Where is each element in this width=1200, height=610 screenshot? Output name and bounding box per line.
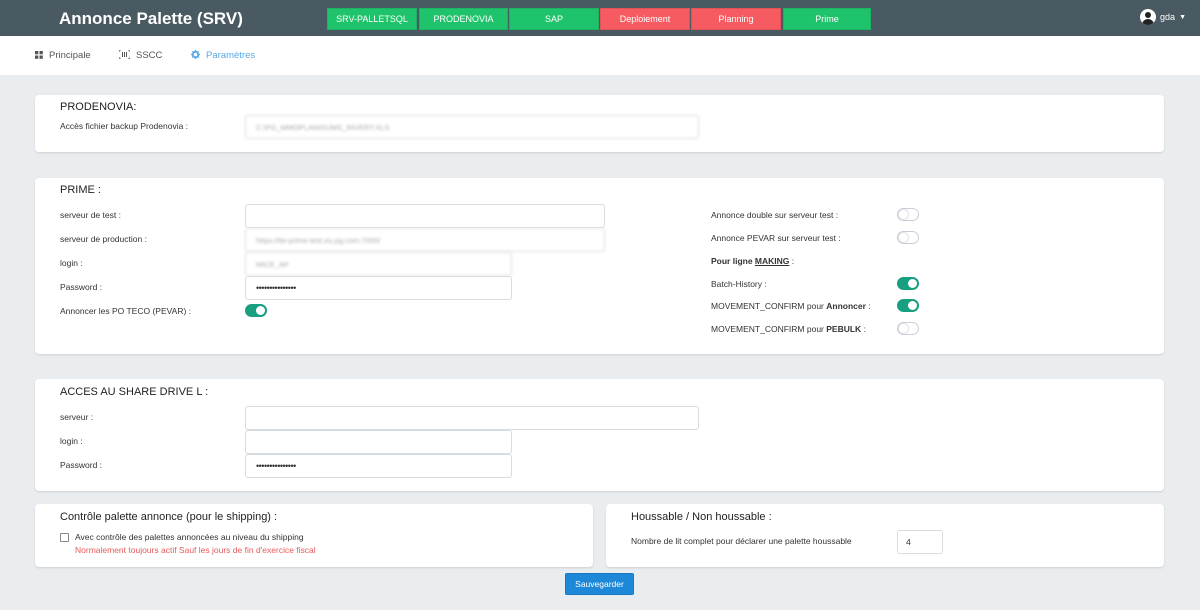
user-name: gda bbox=[1160, 12, 1176, 22]
top-bar: Annonce Palette (SRV) SRV-PALLETSQL PRODE… bbox=[0, 0, 1200, 36]
grid-icon bbox=[35, 50, 43, 61]
mc-annoncer-prefix: MOVEMENT_CONFIRM pour bbox=[711, 301, 827, 311]
share-login-input[interactable] bbox=[245, 430, 512, 454]
share-password-input[interactable]: ••••••••••••••• bbox=[245, 454, 512, 478]
controle-card: Contrôle palette annonce (pour le shippi… bbox=[35, 504, 593, 567]
mc-annoncer-suffix: : bbox=[865, 301, 871, 311]
server-button-deploiement[interactable]: Deploiement bbox=[600, 8, 690, 30]
server-button-prime[interactable]: Prime bbox=[783, 8, 871, 30]
backup-path-input[interactable]: C:\PG_MMOPLANS\UMS_INVERY.XLS bbox=[245, 115, 699, 139]
controle-title: Contrôle palette annonce (pour le shippi… bbox=[60, 511, 278, 523]
prime-password-input[interactable]: ••••••••••••••• bbox=[245, 276, 512, 300]
prodenovia-card: PRODENOVIA: Accès fichier backup Prodeno… bbox=[35, 95, 1164, 152]
prime-login-input[interactable]: MICE_AP bbox=[245, 252, 512, 276]
mc-annoncer-label: MOVEMENT_CONFIRM pour Annoncer : bbox=[711, 301, 871, 311]
nav-bar: Principale SSCC Paramètres bbox=[0, 36, 1200, 75]
toggle-knob bbox=[256, 306, 265, 315]
save-button[interactable]: Sauvegarder bbox=[565, 573, 634, 595]
backup-label: Accès fichier backup Prodenovia : bbox=[60, 121, 189, 131]
making-suffix: : bbox=[789, 256, 795, 266]
tab-parametres[interactable]: Paramètres bbox=[191, 50, 255, 61]
mc-pebulk-suffix: : bbox=[861, 324, 866, 334]
prime-login-label: login : bbox=[60, 258, 83, 268]
toggle-knob bbox=[908, 301, 917, 310]
barcode-scan-icon bbox=[118, 49, 131, 61]
prime-title: PRIME : bbox=[60, 184, 101, 196]
pevar-toggle[interactable] bbox=[245, 304, 267, 317]
pevar-test-label: Annonce PEVAR sur serveur test : bbox=[711, 233, 841, 243]
shipping-control-label: Avec contrôle des palettes annoncées au … bbox=[75, 532, 304, 542]
tab-principale-label: Principale bbox=[49, 50, 91, 61]
test-server-label: serveur de test : bbox=[60, 210, 121, 220]
prime-password-label: Password : bbox=[60, 282, 103, 292]
user-avatar-icon bbox=[1140, 9, 1157, 25]
share-password-label: Password : bbox=[60, 460, 103, 470]
mc-pebulk-prefix: MOVEMENT_CONFIRM pour bbox=[711, 324, 827, 334]
tab-principale[interactable]: Principale bbox=[35, 50, 91, 61]
houssable-label: Nombre de lit complet pour déclarer une … bbox=[631, 536, 852, 546]
caret-down-icon: ▼ bbox=[1179, 13, 1186, 21]
share-server-label: serveur : bbox=[60, 412, 94, 422]
tab-parametres-label: Paramètres bbox=[206, 50, 256, 61]
share-drive-title: ACCES AU SHARE DRIVE L : bbox=[60, 386, 209, 398]
share-server-input[interactable] bbox=[245, 406, 699, 430]
server-button-planning[interactable]: Planning bbox=[691, 8, 781, 30]
making-word: MAKING bbox=[754, 256, 790, 266]
houssable-count-input[interactable]: 4 bbox=[897, 530, 943, 554]
app-title: Annonce Palette (SRV) bbox=[59, 9, 243, 28]
prod-server-label: serveur de production : bbox=[60, 234, 147, 244]
mc-pebulk-label: MOVEMENT_CONFIRM pour PEBULK : bbox=[711, 324, 866, 334]
batch-history-label: Batch-History : bbox=[711, 279, 767, 289]
gear-icon bbox=[191, 50, 200, 61]
double-toggle[interactable] bbox=[897, 208, 919, 221]
prod-server-input[interactable]: https://ite-prime-test.eu.pg.com:7000/ bbox=[245, 228, 605, 252]
mc-annoncer-toggle[interactable] bbox=[897, 299, 919, 312]
double-label: Annonce double sur serveur test : bbox=[711, 210, 839, 220]
toggle-knob bbox=[899, 233, 908, 242]
houssable-title: Houssable / Non houssable : bbox=[631, 511, 772, 523]
share-login-label: login : bbox=[60, 436, 83, 446]
prodenovia-title: PRODENOVIA: bbox=[60, 101, 137, 113]
making-prefix: Pour ligne bbox=[711, 256, 755, 266]
houssable-card: Houssable / Non houssable : Nombre de li… bbox=[606, 504, 1164, 567]
toggle-knob bbox=[899, 210, 908, 219]
pevar-label: Annoncer les PO TECO (PEVAR) : bbox=[60, 306, 192, 316]
shipping-control-note: Normalement toujours actif Sauf les jour… bbox=[75, 545, 316, 555]
mc-pebulk-toggle[interactable] bbox=[897, 322, 919, 335]
tab-sscc[interactable]: SSCC bbox=[118, 49, 163, 61]
user-menu[interactable]: gda ▼ bbox=[1140, 9, 1186, 25]
mc-annoncer-word: Annoncer bbox=[826, 301, 866, 311]
toggle-knob bbox=[899, 324, 908, 333]
toggle-knob bbox=[908, 279, 917, 288]
mc-pebulk-word: PEBULK bbox=[826, 324, 862, 334]
shipping-control-checkbox[interactable] bbox=[60, 533, 69, 542]
batch-history-toggle[interactable] bbox=[897, 277, 919, 290]
making-heading: Pour ligne MAKING : bbox=[711, 256, 794, 266]
test-server-input[interactable] bbox=[245, 204, 605, 228]
server-button-srv-palletsql[interactable]: SRV-PALLETSQL bbox=[327, 8, 417, 30]
server-button-sap[interactable]: SAP bbox=[509, 8, 599, 30]
tab-sscc-label: SSCC bbox=[136, 50, 163, 61]
prime-card: PRIME : serveur de test : serveur de pro… bbox=[35, 178, 1164, 354]
pevar-test-toggle[interactable] bbox=[897, 231, 919, 244]
server-button-prodenovia[interactable]: PRODENOVIA bbox=[419, 8, 508, 30]
share-drive-card: ACCES AU SHARE DRIVE L : serveur : login… bbox=[35, 379, 1164, 491]
